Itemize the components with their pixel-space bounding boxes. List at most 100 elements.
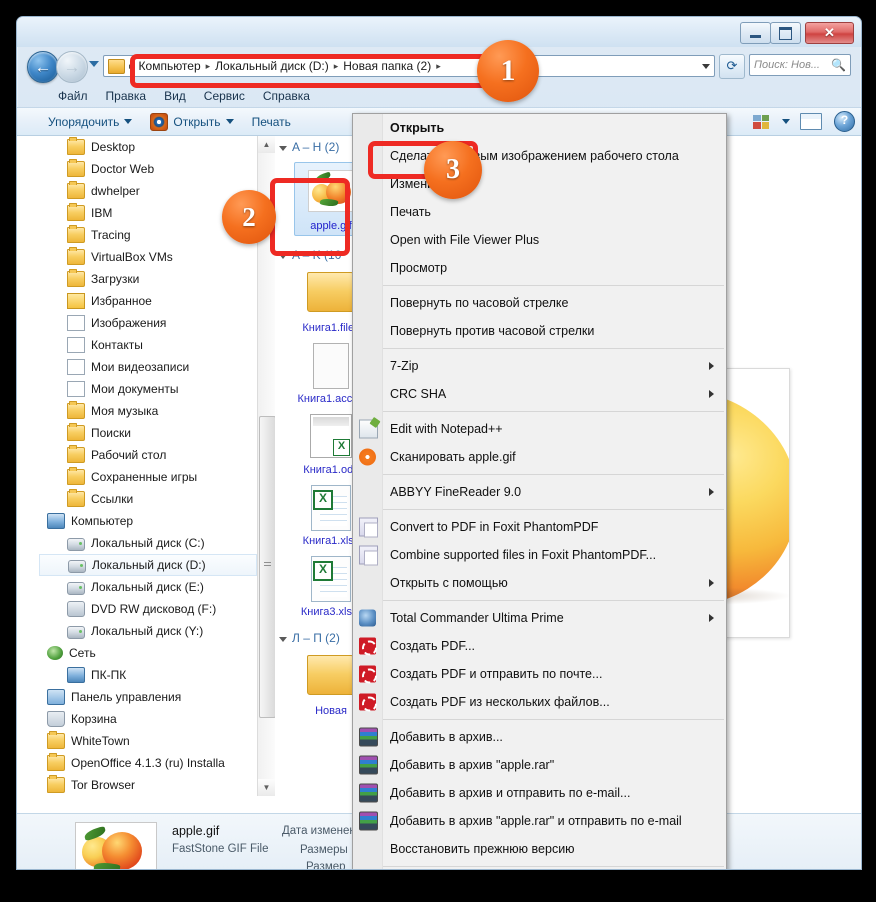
context-menu-item-4[interactable]: Open with File Viewer Plus [353, 226, 726, 254]
details-thumbnail [75, 822, 157, 869]
context-menu-item-21[interactable]: Добавить в архив "apple.rar" [353, 751, 726, 779]
nav-item-1[interactable]: Doctor Web [39, 158, 257, 180]
context-menu-item-16[interactable]: Total Commander Ultima Prime [353, 604, 726, 632]
context-menu-item-19[interactable]: Создать PDF из нескольких файлов... [353, 688, 726, 716]
nav-item-13[interactable]: Поиски [39, 422, 257, 444]
menu-tools[interactable]: Сервис [195, 87, 254, 105]
nav-item-10[interactable]: Мои видеозаписи [39, 356, 257, 378]
nav-item-28[interactable]: OpenOffice 4.1.3 (ru) Installa [39, 752, 257, 774]
context-menu-item-label: Повернуть против часовой стрелки [390, 324, 595, 338]
scroll-down-icon[interactable]: ▼ [258, 779, 275, 796]
nav-item-7[interactable]: Избранное [39, 290, 257, 312]
nav-item-11[interactable]: Мои документы [39, 378, 257, 400]
nav-item-17[interactable]: Компьютер [39, 510, 257, 532]
nav-item-23[interactable]: Сеть [39, 642, 257, 664]
context-menu-item-1[interactable]: Сделать фоновым изображением рабочего ст… [353, 142, 726, 170]
context-menu-item-0[interactable]: Открыть [353, 114, 726, 142]
context-menu-item-17[interactable]: Создать PDF... [353, 632, 726, 660]
context-menu-item-9[interactable]: CRC SHA [353, 380, 726, 408]
search-box[interactable]: Поиск: Нов... 🔍 [749, 54, 851, 76]
nav-item-22[interactable]: Локальный диск (Y:) [39, 620, 257, 642]
menu-edit[interactable]: Правка [97, 87, 156, 105]
recent-pages-icon[interactable] [89, 61, 99, 67]
refresh-button[interactable]: ⟳ [719, 54, 745, 79]
context-menu-item-7[interactable]: Повернуть против часовой стрелки [353, 317, 726, 345]
open-button[interactable]: Открыть [141, 112, 242, 131]
context-menu-item-6[interactable]: Повернуть по часовой стрелке [353, 289, 726, 317]
maximize-button[interactable] [770, 22, 801, 44]
nav-item-12[interactable]: Моя музыка [39, 400, 257, 422]
breadcrumb-item-2[interactable]: Новая папка (2) [340, 59, 434, 73]
chevron-down-icon[interactable] [702, 64, 710, 69]
context-menu-item-23[interactable]: Добавить в архив "apple.rar" и отправить… [353, 807, 726, 835]
videos-folder-icon [67, 359, 85, 375]
close-button[interactable]: ✕ [805, 22, 854, 44]
context-menu-item-8[interactable]: 7-Zip [353, 352, 726, 380]
nav-item-5[interactable]: VirtualBox VMs [39, 246, 257, 268]
nav-item-18[interactable]: Локальный диск (C:) [39, 532, 257, 554]
collapse-triangle-icon[interactable] [279, 636, 287, 642]
open-app-icon [150, 112, 169, 131]
context-menu-item-12[interactable]: ABBYY FineReader 9.0 [353, 478, 726, 506]
context-menu-item-label: Добавить в архив "apple.rar" [390, 758, 555, 772]
scrollbar-thumb[interactable] [259, 416, 276, 718]
nav-item-label: Моя музыка [91, 404, 159, 418]
nav-item-6[interactable]: Загрузки [39, 268, 257, 290]
nav-item-8[interactable]: Изображения [39, 312, 257, 334]
address-bar[interactable]: ▸ Компьютер ▸ Локальный диск (D:) ▸ Нова… [103, 55, 715, 77]
preview-pane-icon[interactable] [800, 113, 822, 130]
nav-item-21[interactable]: DVD RW дисковод (F:) [39, 598, 257, 620]
context-menu-item-label: Восстановить прежнюю версию [390, 842, 575, 856]
notepadpp-icon [359, 419, 378, 439]
nav-item-24[interactable]: ПК-ПК [39, 664, 257, 686]
pictures-folder-icon [67, 315, 85, 331]
pdf-red-icon [359, 693, 377, 712]
context-menu-item-20[interactable]: Добавить в архив... [353, 723, 726, 751]
forward-button[interactable]: → [56, 51, 88, 83]
context-menu-item-5[interactable]: Просмотр [353, 254, 726, 282]
context-menu-item-22[interactable]: Добавить в архив и отправить по e-mail..… [353, 779, 726, 807]
nav-item-label: Корзина [71, 712, 117, 726]
context-menu-item-3[interactable]: Печать [353, 198, 726, 226]
collapse-triangle-icon[interactable] [279, 145, 287, 151]
context-menu-item-11[interactable]: Сканировать apple.gif [353, 443, 726, 471]
organize-button[interactable]: Упорядочить [39, 115, 141, 129]
context-menu-item-15[interactable]: Открыть с помощью [353, 569, 726, 597]
nav-item-14[interactable]: Рабочий стол [39, 444, 257, 466]
views-icon[interactable] [750, 112, 772, 132]
context-menu-item-14[interactable]: Combine supported files in Foxit Phantom… [353, 541, 726, 569]
nav-item-27[interactable]: WhiteTown [39, 730, 257, 752]
back-button[interactable]: ← [27, 51, 59, 83]
context-menu[interactable]: Открыть Сделать фоновым изображением рабо… [352, 113, 727, 869]
nav-item-29[interactable]: Tor Browser [39, 774, 257, 796]
nav-item-25[interactable]: Панель управления [39, 686, 257, 708]
breadcrumb-item-1[interactable]: Локальный диск (D:) [212, 59, 332, 73]
scroll-up-icon[interactable]: ▲ [258, 136, 275, 153]
nav-item-20[interactable]: Локальный диск (E:) [39, 576, 257, 598]
collapse-triangle-icon[interactable] [279, 253, 287, 259]
nav-item-16[interactable]: Ссылки [39, 488, 257, 510]
folder-icon [108, 58, 125, 74]
chevron-down-icon[interactable] [782, 119, 790, 124]
search-input[interactable]: Поиск: Нов... [754, 59, 831, 71]
nav-item-15[interactable]: Сохраненные игры [39, 466, 257, 488]
help-icon[interactable]: ? [834, 111, 855, 132]
menu-view[interactable]: Вид [155, 87, 195, 105]
menu-help[interactable]: Справка [254, 87, 319, 105]
nav-item-9[interactable]: Контакты [39, 334, 257, 356]
context-menu-item-13[interactable]: Convert to PDF in Foxit PhantomPDF [353, 513, 726, 541]
context-menu-item-2[interactable]: Изменить [353, 170, 726, 198]
contacts-folder-icon [67, 337, 85, 353]
context-menu-item-24[interactable]: Восстановить прежнюю версию [353, 835, 726, 863]
nav-item-19[interactable]: Локальный диск (D:) [39, 554, 257, 576]
breadcrumb-item-0[interactable]: Компьютер [136, 59, 204, 73]
open-label: Открыть [173, 114, 221, 129]
nav-item-26[interactable]: Корзина [39, 708, 257, 730]
nav-item-0[interactable]: Desktop [39, 136, 257, 158]
menu-file[interactable]: Файл [49, 87, 97, 105]
print-button[interactable]: Печать [243, 115, 300, 129]
minimize-button[interactable] [740, 22, 771, 44]
context-menu-item-18[interactable]: Создать PDF и отправить по почте... [353, 660, 726, 688]
nav-item-2[interactable]: dwhelper [39, 180, 257, 202]
context-menu-item-10[interactable]: Edit with Notepad++ [353, 415, 726, 443]
